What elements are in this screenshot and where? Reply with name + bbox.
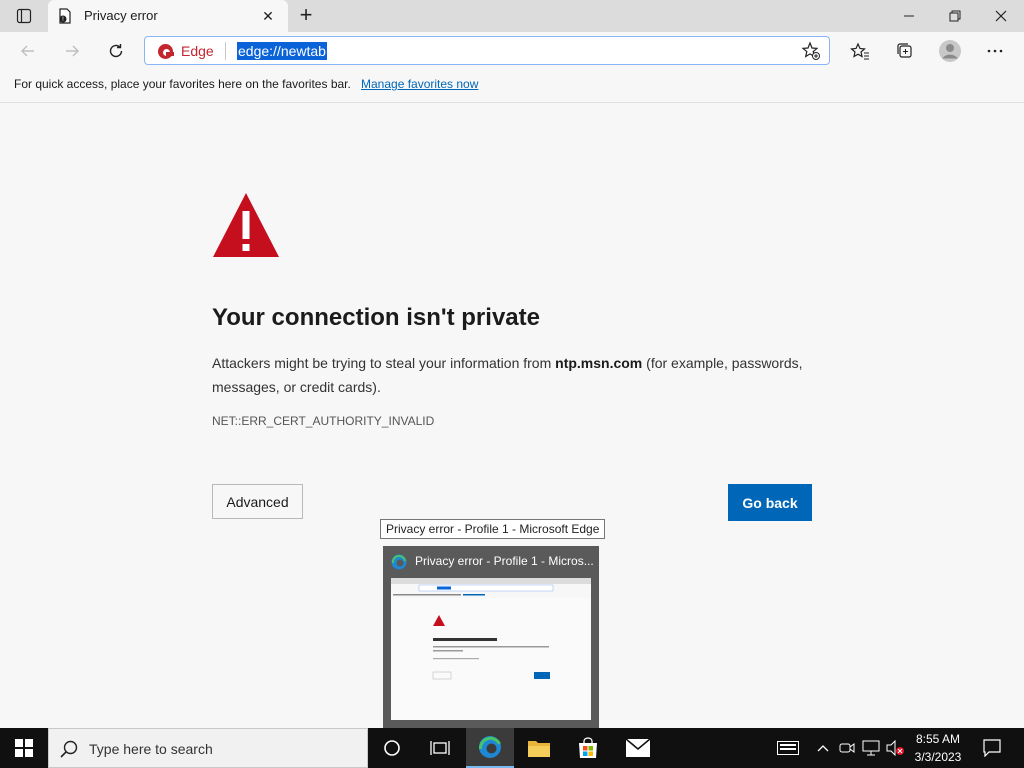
tab-privacy-error[interactable]: ! Privacy error ✕: [48, 0, 288, 32]
clock-date[interactable]: 3/3/2023: [912, 750, 964, 764]
microsoft-store-icon[interactable]: [564, 728, 612, 768]
address-bar[interactable]: Edge edge://newtab: [144, 36, 830, 65]
new-tab-button[interactable]: +: [296, 4, 316, 26]
clock-time[interactable]: 8:55 AM: [912, 732, 964, 746]
edge-logo-icon: [157, 43, 174, 60]
close-icon[interactable]: [978, 0, 1024, 32]
favorites-icon[interactable]: [846, 37, 874, 65]
error-description: Attackers might be trying to steal your …: [212, 351, 822, 399]
cortana-icon[interactable]: [368, 728, 416, 768]
favorites-bar: For quick access, place your favorites h…: [0, 72, 1024, 103]
search-placeholder: Type here to search: [89, 741, 213, 757]
minimize-icon[interactable]: [886, 0, 932, 32]
preview-thumbnail: [391, 578, 591, 720]
taskbar-thumbnail-preview[interactable]: Privacy error - Profile 1 - Micros...: [383, 546, 599, 728]
address-divider: [225, 42, 226, 60]
file-explorer-icon[interactable]: [515, 728, 563, 768]
address-scheme-label: Edge: [181, 43, 214, 59]
mail-icon[interactable]: [614, 728, 662, 768]
add-favorite-icon[interactable]: [801, 41, 821, 61]
touch-keyboard-icon[interactable]: [776, 738, 800, 758]
network-icon[interactable]: [861, 738, 881, 758]
taskbar-tooltip: Privacy error - Profile 1 - Microsoft Ed…: [380, 519, 606, 539]
notifications-icon[interactable]: [980, 738, 1004, 758]
collections-icon[interactable]: [891, 37, 919, 65]
go-back-button[interactable]: Go back: [728, 484, 812, 521]
taskbar: Type here to search 8:55 AM 3/3/2023: [0, 728, 1024, 768]
description-text: Attackers might be trying to steal your …: [212, 355, 556, 371]
warning-triangle-icon: [212, 191, 280, 259]
svg-text:!: !: [62, 16, 64, 23]
tab-close-icon[interactable]: ✕: [258, 6, 278, 26]
forward-arrow-icon[interactable]: [58, 37, 86, 65]
profile-avatar-icon[interactable]: [936, 37, 964, 65]
edge-app-icon: [391, 554, 407, 570]
title-bar: ! Privacy error ✕ +: [0, 0, 1024, 32]
preview-title: Privacy error - Profile 1 - Micros...: [415, 554, 593, 568]
taskbar-search-box[interactable]: Type here to search: [48, 728, 368, 768]
url-text[interactable]: edge://newtab: [237, 42, 327, 60]
tab-actions-icon[interactable]: [8, 4, 40, 28]
tab-title: Privacy error: [84, 8, 158, 23]
taskbar-edge-app-icon[interactable]: [466, 728, 514, 768]
browser-toolbar: Edge edge://newtab: [0, 32, 1024, 72]
restore-icon[interactable]: [932, 0, 978, 32]
host-name: ntp.msn.com: [555, 355, 643, 371]
page-warning-icon: !: [57, 8, 73, 24]
more-menu-icon[interactable]: [981, 37, 1009, 65]
error-code: NET::ERR_CERT_AUTHORITY_INVALID: [212, 414, 435, 428]
volume-muted-icon[interactable]: [885, 738, 905, 758]
task-view-icon[interactable]: [416, 728, 464, 768]
advanced-button[interactable]: Advanced: [212, 484, 303, 519]
back-arrow-icon[interactable]: [14, 37, 42, 65]
search-icon: [59, 739, 79, 759]
page-title: Your connection isn't private: [212, 304, 540, 331]
meet-now-icon[interactable]: [837, 738, 857, 758]
show-hidden-icons-icon[interactable]: [813, 738, 833, 758]
manage-favorites-link[interactable]: Manage favorites now: [361, 77, 478, 91]
refresh-icon[interactable]: [102, 37, 130, 65]
favorites-bar-message: For quick access, place your favorites h…: [14, 77, 351, 91]
windows-start-icon[interactable]: [0, 728, 48, 768]
